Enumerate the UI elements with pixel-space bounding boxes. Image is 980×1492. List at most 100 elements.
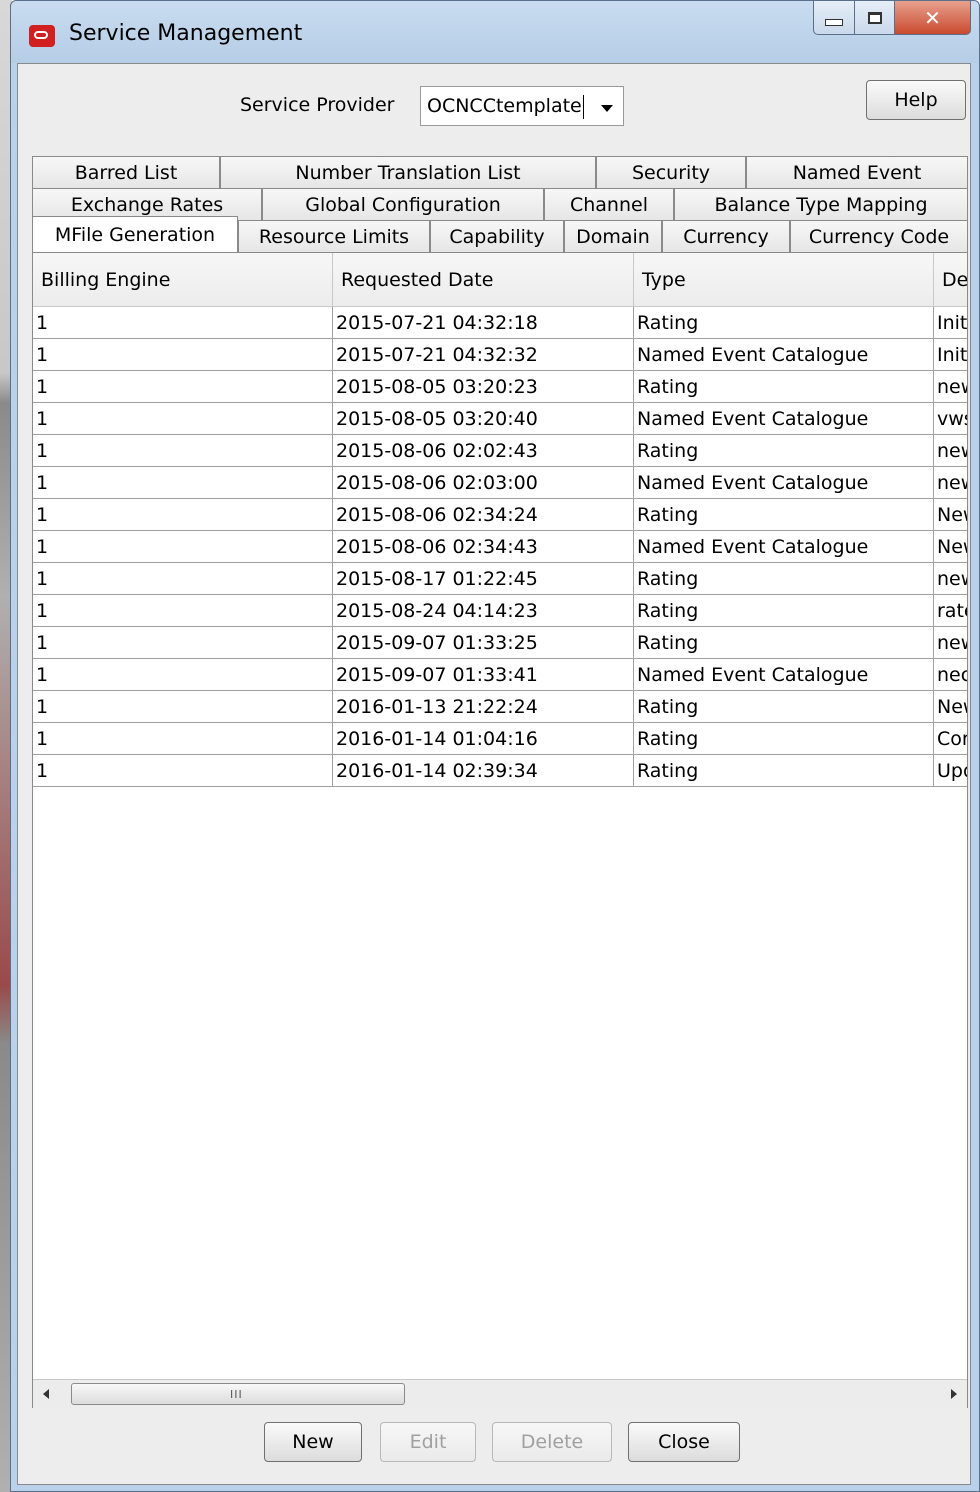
cell-billing-engine: 1 [33, 595, 333, 627]
cell-description: rate [934, 595, 967, 627]
cell-description: new [934, 467, 967, 499]
cell-requested-date: 2015-08-06 02:03:00 [333, 467, 634, 499]
cell-requested-date: 2015-09-07 01:33:25 [333, 627, 634, 659]
tab-row-3: MFile Generation Resource Limits Capabil… [32, 216, 968, 252]
tab-security[interactable]: Security [596, 156, 746, 188]
table-row[interactable]: 1 2016-01-14 02:39:34 Rating Upd [33, 755, 967, 787]
minimize-icon [825, 19, 843, 26]
cell-type: Rating [634, 307, 934, 339]
minimize-button[interactable] [813, 1, 855, 35]
cell-description: New [934, 691, 967, 723]
cell-billing-engine: 1 [33, 467, 333, 499]
cell-description: new [934, 371, 967, 403]
help-button[interactable]: Help [866, 80, 966, 120]
table-row[interactable]: 1 2015-08-05 03:20:40 Named Event Catalo… [33, 403, 967, 435]
dialog-content: Service Provider OCNCCtemplate Help Barr… [17, 63, 971, 1485]
column-header-requested-date[interactable]: Requested Date [333, 253, 634, 307]
close-icon: ✕ [924, 5, 941, 30]
scroll-left-icon[interactable] [43, 1389, 49, 1399]
table-row[interactable]: 1 2015-08-24 04:14:23 Rating rate [33, 595, 967, 627]
service-provider-select[interactable]: OCNCCtemplate [420, 86, 624, 126]
scroll-right-icon[interactable] [951, 1389, 957, 1399]
close-button[interactable]: Close [628, 1422, 740, 1462]
cell-description: Initi [934, 307, 967, 339]
column-header-type[interactable]: Type [634, 253, 934, 307]
table-row[interactable]: 1 2015-08-05 03:20:23 Rating new [33, 371, 967, 403]
table-row[interactable]: 1 2016-01-13 21:22:24 Rating New [33, 691, 967, 723]
cell-description: Upd [934, 755, 967, 787]
cell-type: Rating [634, 563, 934, 595]
tab-balance-type-mapping[interactable]: Balance Type Mapping [674, 188, 968, 220]
table-row[interactable]: 1 2015-09-07 01:33:25 Rating new [33, 627, 967, 659]
scrollbar-thumb[interactable]: III [71, 1383, 405, 1405]
new-button[interactable]: New [264, 1422, 362, 1462]
cell-requested-date: 2016-01-13 21:22:24 [333, 691, 634, 723]
cell-billing-engine: 1 [33, 563, 333, 595]
cell-billing-engine: 1 [33, 627, 333, 659]
cell-billing-engine: 1 [33, 723, 333, 755]
oracle-logo-icon [29, 25, 55, 47]
chevron-down-icon[interactable] [601, 105, 613, 112]
cell-requested-date: 2016-01-14 02:39:34 [333, 755, 634, 787]
table-row[interactable]: 1 2015-08-06 02:34:24 Rating New [33, 499, 967, 531]
tab-global-configuration[interactable]: Global Configuration [262, 188, 544, 220]
cell-type: Named Event Catalogue [634, 467, 934, 499]
cell-requested-date: 2016-01-14 01:04:16 [333, 723, 634, 755]
cell-requested-date: 2015-07-21 04:32:32 [333, 339, 634, 371]
cell-description: New [934, 531, 967, 563]
tab-named-event[interactable]: Named Event [746, 156, 968, 188]
tab-domain[interactable]: Domain [564, 220, 662, 252]
cell-requested-date: 2015-09-07 01:33:41 [333, 659, 634, 691]
table-row[interactable]: 1 2015-08-06 02:03:00 Named Event Catalo… [33, 467, 967, 499]
edit-button[interactable]: Edit [380, 1422, 476, 1462]
cell-requested-date: 2015-08-17 01:22:45 [333, 563, 634, 595]
table-row[interactable]: 1 2016-01-14 01:04:16 Rating Cor [33, 723, 967, 755]
column-header-description[interactable]: Des [934, 253, 967, 307]
cell-type: Rating [634, 723, 934, 755]
table-header: Billing Engine Requested Date Type Des [33, 253, 967, 307]
tab-currency[interactable]: Currency [662, 220, 790, 252]
cell-requested-date: 2015-07-21 04:32:18 [333, 307, 634, 339]
cell-requested-date: 2015-08-05 03:20:23 [333, 371, 634, 403]
close-window-button[interactable]: ✕ [895, 1, 971, 35]
cell-type: Rating [634, 755, 934, 787]
table-row[interactable]: 1 2015-08-17 01:22:45 Rating new [33, 563, 967, 595]
tab-mfile-generation[interactable]: MFile Generation [32, 216, 238, 252]
table-row[interactable]: 1 2015-07-21 04:32:18 Rating Initi [33, 307, 967, 339]
table-row[interactable]: 1 2015-07-21 04:32:32 Named Event Catalo… [33, 339, 967, 371]
maximize-button[interactable] [855, 1, 895, 35]
column-header-billing-engine[interactable]: Billing Engine [33, 253, 333, 307]
cell-description: nec [934, 659, 967, 691]
table-row[interactable]: 1 2015-08-06 02:02:43 Rating new [33, 435, 967, 467]
cell-requested-date: 2015-08-06 02:34:43 [333, 531, 634, 563]
mfile-table[interactable]: Billing Engine Requested Date Type Des 1… [33, 253, 967, 1379]
tab-number-translation-list[interactable]: Number Translation List [220, 156, 596, 188]
tab-barred-list[interactable]: Barred List [32, 156, 220, 188]
maximize-icon [867, 11, 882, 24]
title-bar[interactable]: Service Management ✕ [11, 1, 979, 63]
cell-type: Named Event Catalogue [634, 531, 934, 563]
cell-type: Named Event Catalogue [634, 339, 934, 371]
cell-type: Rating [634, 691, 934, 723]
cell-billing-engine: 1 [33, 659, 333, 691]
delete-button[interactable]: Delete [492, 1422, 612, 1462]
cell-billing-engine: 1 [33, 755, 333, 787]
tab-capability[interactable]: Capability [430, 220, 564, 252]
horizontal-scrollbar[interactable]: III [33, 1379, 967, 1409]
cell-requested-date: 2015-08-06 02:02:43 [333, 435, 634, 467]
cell-type: Rating [634, 595, 934, 627]
cell-description: Initi [934, 339, 967, 371]
cell-requested-date: 2015-08-24 04:14:23 [333, 595, 634, 627]
service-provider-label: Service Provider [240, 94, 395, 116]
cell-billing-engine: 1 [33, 435, 333, 467]
cell-description: New [934, 499, 967, 531]
cell-billing-engine: 1 [33, 403, 333, 435]
cell-description: new [934, 627, 967, 659]
tab-resource-limits[interactable]: Resource Limits [238, 220, 430, 252]
cell-description: new [934, 435, 967, 467]
table-row[interactable]: 1 2015-09-07 01:33:41 Named Event Catalo… [33, 659, 967, 691]
tab-currency-code[interactable]: Currency Code [790, 220, 968, 252]
cell-description: new [934, 563, 967, 595]
table-row[interactable]: 1 2015-08-06 02:34:43 Named Event Catalo… [33, 531, 967, 563]
tab-channel[interactable]: Channel [544, 188, 674, 220]
